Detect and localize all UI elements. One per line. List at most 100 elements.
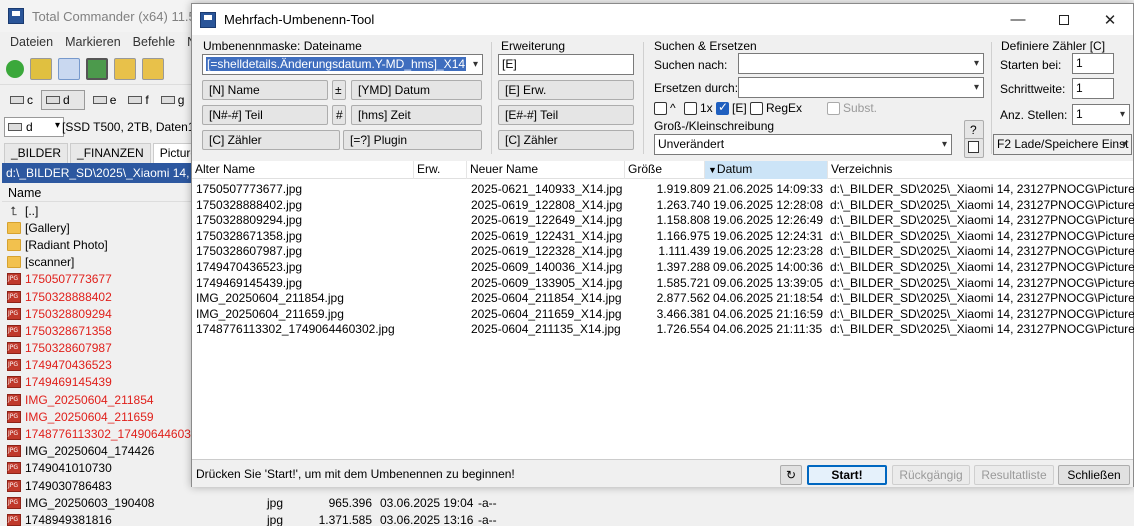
drive-g-button[interactable]: g	[157, 90, 189, 110]
tab-bilder[interactable]: _BILDER	[4, 143, 69, 163]
col-old-name[interactable]: Alter Name	[192, 161, 414, 179]
new-name-cell: 2025-0619_122808_X14.jpg	[471, 197, 623, 212]
plugin-button[interactable]: [=?] Plugin	[343, 130, 482, 150]
close-button[interactable]: ✕	[1087, 4, 1133, 35]
drive-f-button[interactable]: f	[124, 90, 152, 110]
col-new-name[interactable]: Neuer Name	[467, 161, 625, 179]
col-extension[interactable]: Erw.	[414, 161, 467, 179]
replace-input[interactable]: ▾	[738, 77, 984, 98]
file-ext: jpg	[267, 495, 284, 510]
current-path[interactable]: d:\_BILDER_SD\2025\_Xiaomi 14,	[2, 163, 198, 183]
rename-row[interactable]: 1750328809294.jpg 2025-0619_122649_X14.jp…	[192, 213, 1134, 229]
chevron-down-icon: ▾	[941, 139, 947, 150]
ext-button[interactable]: [E] Erw.	[498, 80, 634, 100]
file-name: [scanner]	[25, 255, 75, 270]
step-label: Schrittweite:	[1000, 82, 1066, 96]
rename-row[interactable]: 1750328671358.jpg 2025-0619_122431_X14.jp…	[192, 229, 1134, 245]
counter-button[interactable]: [C] Zähler	[202, 130, 340, 150]
extension-label: Erweiterung	[501, 39, 566, 53]
mask-input[interactable]: [=shelldetails.Änderungsdatum.Y-MD_hms]_…	[202, 54, 483, 75]
name-button[interactable]: [N] Name	[202, 80, 328, 100]
tc-file-row[interactable]: IMG_20250603_190408 jpg 965.396 03.06.2025 …	[2, 494, 502, 511]
maximize-button[interactable]	[1041, 4, 1087, 35]
regex-label: RegEx	[766, 101, 803, 115]
tc-tabs: _BILDER _FINANZEN Pictures	[4, 143, 211, 163]
tree-icon[interactable]	[114, 57, 136, 80]
case-select[interactable]: Unverändert ▾	[654, 134, 952, 155]
menu-markieren[interactable]: Markieren	[65, 32, 121, 52]
rename-row[interactable]: 1749469145439.jpg 2025-0609_133905_X14.jp…	[192, 276, 1134, 292]
range-button[interactable]: ±	[332, 80, 346, 100]
menu-dateien[interactable]: Dateien	[10, 32, 53, 52]
file-name: 1749470436523	[25, 358, 112, 373]
size-cell: 1.726.554	[656, 322, 710, 337]
step-input[interactable]: 1	[1072, 78, 1114, 99]
search-input[interactable]: ▾	[738, 53, 984, 74]
digits-select[interactable]: 1 ▾	[1072, 104, 1130, 125]
compare-icon[interactable]	[142, 57, 164, 80]
edit-names-button[interactable]	[964, 138, 984, 158]
start-at-input[interactable]: 1	[1072, 53, 1114, 74]
time-button[interactable]: [hms] Zeit	[351, 105, 482, 125]
old-name-cell: 1748776113302_1749064460302.jpg	[196, 322, 395, 337]
rename-row[interactable]: 1750328888402.jpg 2025-0619_122808_X14.jp…	[192, 197, 1134, 214]
part-button[interactable]: [N#-#] Teil	[202, 105, 328, 125]
jpg-file-icon	[7, 307, 21, 320]
drive-e-button[interactable]: e	[89, 90, 121, 110]
directory-cell: d:\_BILDER_SD\2025\_Xiaomi 14, 23127PNOC…	[830, 306, 1134, 321]
case-label: Groß-/Kleinschreibung	[654, 119, 775, 133]
regex-checkbox[interactable]	[750, 102, 763, 115]
file-ext: jpg	[267, 512, 284, 526]
tc-file-row[interactable]: 1748949381816 jpg 1.371.585 03.06.2025 13:1…	[2, 511, 502, 526]
tab-finanzen[interactable]: _FINANZEN	[70, 143, 151, 163]
subst-checkbox[interactable]	[827, 102, 840, 115]
dialog-title: Mehrfach-Umbenenn-Tool	[224, 12, 375, 27]
counter-label: Definiere Zähler [C]	[1001, 39, 1106, 53]
separator	[643, 42, 644, 154]
usb-drive-icon	[128, 96, 143, 104]
separator	[991, 42, 992, 154]
col-directory[interactable]: Verzeichnis	[828, 161, 1133, 179]
extension-checkbox[interactable]	[716, 100, 729, 115]
result-list-button[interactable]: Resultatliste	[974, 465, 1054, 485]
once-checkbox[interactable]	[684, 102, 697, 115]
menu-befehle[interactable]: Befehle	[133, 32, 175, 52]
size-cell: 1.263.740	[656, 197, 710, 212]
hash-button[interactable]: #	[332, 105, 346, 125]
chevron-down-icon: ▾	[1121, 139, 1127, 150]
ext-counter-button[interactable]: [C] Zähler	[498, 130, 634, 150]
col-date[interactable]: ▼Datum	[705, 161, 828, 179]
close-dialog-button[interactable]: Schließen	[1058, 465, 1130, 485]
drive-d-button[interactable]: d	[41, 90, 85, 110]
extension-input[interactable]: [E]	[498, 54, 634, 75]
file-name: IMG_20250604_211659	[25, 409, 154, 424]
caret-checkbox[interactable]	[654, 102, 667, 115]
load-save-settings[interactable]: F2 Lade/Speichere Einst ▾	[993, 134, 1132, 155]
rename-row[interactable]: IMG_20250604_211854.jpg 2025-0604_211854_…	[192, 291, 1134, 307]
refresh-icon[interactable]	[6, 59, 24, 78]
undo-button[interactable]: Rückgängig	[892, 465, 970, 485]
rename-row[interactable]: 1748776113302_1749064460302.jpg 2025-0604…	[192, 322, 1134, 338]
drive-combo[interactable]: d ▾	[4, 117, 64, 137]
size-cell: 2.877.562	[656, 291, 710, 306]
reload-button[interactable]: ↻	[780, 465, 802, 485]
brief-view-icon[interactable]	[30, 57, 52, 80]
col-size[interactable]: Größe	[625, 161, 705, 179]
rename-row[interactable]: 1750328607987.jpg 2025-0619_122328_X14.jp…	[192, 244, 1134, 260]
drive-c-button[interactable]: c	[6, 90, 37, 110]
help-button[interactable]: ?	[964, 120, 984, 140]
start-at-label: Starten bei:	[1000, 58, 1062, 72]
rename-row[interactable]: 1750507773677.jpg 2025-0621_140933_X14.jp…	[192, 182, 1134, 198]
start-button[interactable]: Start!	[807, 465, 887, 485]
drive-icon	[10, 96, 24, 104]
old-name-cell: 1750328888402.jpg	[196, 197, 303, 212]
minimize-button[interactable]: —	[995, 4, 1041, 35]
rename-row[interactable]: IMG_20250604_211659.jpg 2025-0604_211659_…	[192, 306, 1134, 323]
thumbnail-icon[interactable]	[86, 57, 108, 80]
ext-part-button[interactable]: [E#-#] Teil	[498, 105, 634, 125]
date-button[interactable]: [YMD] Datum	[351, 80, 482, 100]
detail-view-icon[interactable]	[58, 57, 80, 80]
old-name-cell: 1749470436523.jpg	[196, 260, 303, 274]
rename-row[interactable]: 1749470436523.jpg 2025-0609_140036_X14.jp…	[192, 260, 1134, 276]
once-label: 1x	[700, 101, 713, 115]
